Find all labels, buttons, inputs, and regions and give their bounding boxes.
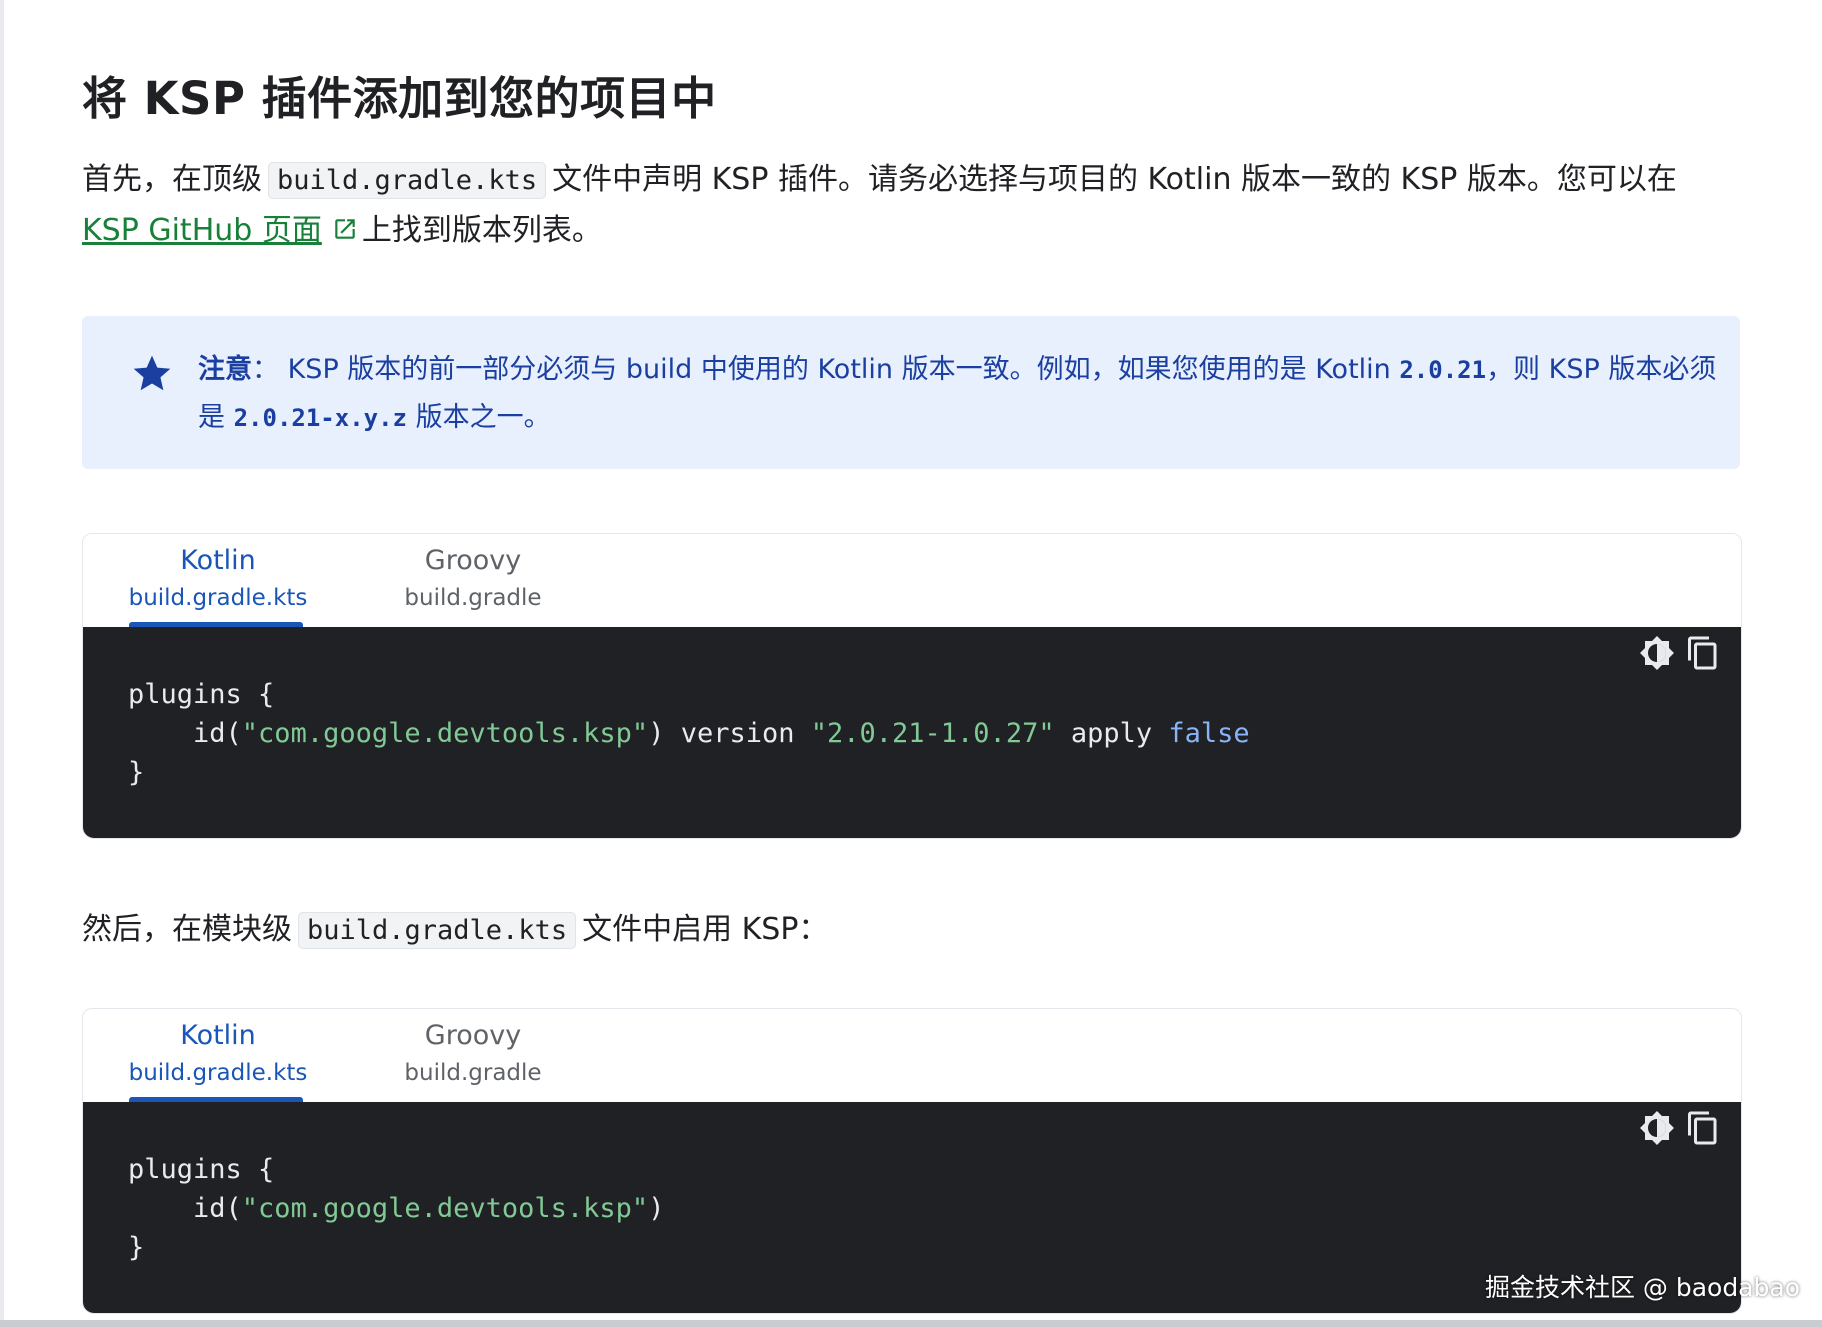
code-text: ) [648, 1193, 665, 1224]
code-text: ) version [648, 718, 811, 749]
watermark: 掘金技术社区 @ baodabao [1484, 1273, 1800, 1302]
theme-toggle-icon[interactable] [1639, 635, 1675, 675]
bottom-scrollbar [0, 1320, 1822, 1327]
intro-paragraph: 首先，在顶级 build.gradle.kts 文件中声明 KSP 插件。请务必选择… [82, 155, 1677, 258]
page-left-border [0, 0, 4, 1327]
note-text-3: 是 [198, 402, 234, 433]
code-text: apply [1054, 718, 1169, 749]
intro-text-before: 首先，在顶级 [82, 162, 262, 197]
note-label: 注意 [198, 354, 252, 385]
tab-filename: build.gradle [404, 585, 542, 611]
code-line: } [128, 757, 145, 788]
note-text-4: 版本之一。 [406, 402, 551, 433]
code-string: "com.google.devtools.ksp" [241, 1193, 649, 1224]
tab-label: Kotlin [180, 545, 256, 576]
note-callout: 注意： KSP 版本的前一部分必须与 build 中使用的 Kotlin 版本一… [82, 316, 1740, 469]
middle-text-before: 然后，在模块级 [82, 912, 292, 947]
tab-label: Groovy [424, 1020, 522, 1051]
ksp-github-link[interactable]: KSP GitHub 页面 [82, 213, 322, 248]
note-code-version: 2.0.21 [1399, 356, 1487, 384]
code-text: id( [128, 718, 242, 749]
copy-icon[interactable] [1685, 635, 1721, 675]
code-tabs-block-1: Kotlin build.gradle.kts Groovy build.gra… [82, 533, 1742, 839]
middle-inline-code: build.gradle.kts [298, 912, 577, 949]
intro-inline-code: build.gradle.kts [268, 162, 547, 199]
tab-label: Kotlin [180, 1020, 256, 1051]
code-string: "2.0.21-1.0.27" [810, 718, 1055, 749]
code-toolbar [1639, 635, 1721, 675]
note-separator: ： [252, 354, 279, 385]
tab-filename: build.gradle [404, 1060, 542, 1086]
note-text-1: KSP 版本的前一部分必须与 build 中使用的 Kotlin 版本一致。例如… [287, 354, 1400, 385]
code-line: } [128, 1232, 145, 1263]
star-icon [130, 351, 174, 399]
tab-kotlin[interactable]: Kotlin build.gradle.kts [128, 1017, 308, 1091]
tab-bar: Kotlin build.gradle.kts Groovy build.gra… [83, 1009, 1741, 1102]
code-line: plugins { [128, 1154, 275, 1185]
note-text: 注意： KSP 版本的前一部分必须与 build 中使用的 Kotlin 版本一… [198, 346, 1716, 442]
intro-text-end: 上找到版本列表。 [361, 213, 602, 248]
tab-filename: build.gradle.kts [128, 1060, 308, 1086]
code-string: "com.google.devtools.ksp" [241, 718, 649, 749]
tab-groovy[interactable]: Groovy build.gradle [373, 542, 573, 616]
section-heading: 将 KSP 插件添加到您的项目中 [82, 72, 717, 125]
code-text: id( [128, 1193, 242, 1224]
intro-text-after: 文件中声明 KSP 插件。请务必选择与项目的 Kotlin 版本一致的 KSP … [552, 162, 1677, 197]
module-paragraph: 然后，在模块级 build.gradle.kts 文件中启用 KSP： [82, 905, 828, 956]
copy-icon[interactable] [1685, 1110, 1721, 1150]
code-toolbar [1639, 1110, 1721, 1150]
tab-filename: build.gradle.kts [128, 585, 308, 611]
code-line: plugins { [128, 679, 275, 710]
note-text-2: ，则 KSP 版本必须 [1486, 354, 1717, 385]
tab-bar: Kotlin build.gradle.kts Groovy build.gra… [83, 534, 1741, 627]
tab-label: Groovy [424, 545, 522, 576]
code-snippet[interactable]: plugins { id("com.google.devtools.ksp") … [128, 1150, 664, 1267]
tab-kotlin[interactable]: Kotlin build.gradle.kts [128, 542, 308, 616]
code-panel: plugins { id("com.google.devtools.ksp") … [83, 627, 1741, 838]
code-snippet[interactable]: plugins { id("com.google.devtools.ksp") … [128, 675, 1250, 792]
note-code-pattern: 2.0.21-x.y.z [233, 404, 407, 432]
tab-groovy[interactable]: Groovy build.gradle [373, 1017, 573, 1091]
theme-toggle-icon[interactable] [1639, 1110, 1675, 1150]
code-keyword: false [1168, 718, 1250, 749]
middle-text-after: 文件中启用 KSP： [582, 912, 829, 947]
external-link-icon[interactable] [332, 208, 358, 258]
